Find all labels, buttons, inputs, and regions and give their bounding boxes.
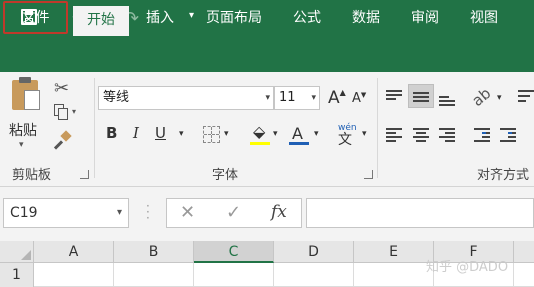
align-top-icon[interactable] xyxy=(386,90,402,102)
formula-bar-splitter[interactable]: · · · xyxy=(146,200,150,224)
alignment-group-label: 对齐方式 xyxy=(477,168,530,183)
font-color-button[interactable]: A xyxy=(292,124,303,143)
borders-icon[interactable] xyxy=(203,126,220,143)
increase-indent-icon[interactable] xyxy=(500,128,516,144)
cancel-icon[interactable]: ✕ xyxy=(180,202,195,223)
font-size-value: 11 xyxy=(279,90,296,105)
tab-formulas[interactable]: 公式 xyxy=(281,0,333,36)
tab-data[interactable]: 数据 xyxy=(340,0,392,36)
cell[interactable] xyxy=(354,263,434,287)
group-divider xyxy=(377,78,378,178)
cell[interactable] xyxy=(34,263,114,287)
font-launcher-icon[interactable] xyxy=(364,170,373,179)
wrap-text-icon[interactable] xyxy=(518,90,534,104)
orientation-dropdown-icon[interactable]: ▾ xyxy=(497,93,502,103)
decrease-indent-icon[interactable] xyxy=(474,128,490,144)
fill-color-dropdown-icon[interactable]: ▾ xyxy=(273,129,278,139)
font-name-combo[interactable]: 等线 ▾ xyxy=(98,86,274,110)
select-all-button[interactable] xyxy=(0,241,34,263)
tab-view[interactable]: 视图 xyxy=(458,0,510,36)
align-bottom-icon[interactable] xyxy=(439,96,455,108)
paste-button[interactable]: 粘贴 xyxy=(9,120,37,140)
paste-icon[interactable] xyxy=(12,77,40,110)
name-box-dropdown-icon[interactable]: ▾ xyxy=(117,199,122,227)
borders-dropdown-icon[interactable]: ▾ xyxy=(224,129,229,139)
font-size-combo[interactable]: 11 ▾ xyxy=(274,86,320,110)
tab-home[interactable]: 开始 xyxy=(73,6,129,36)
column-header-g[interactable] xyxy=(514,241,534,263)
bold-button[interactable]: B xyxy=(106,124,117,142)
underline-button[interactable]: U xyxy=(155,124,166,142)
paste-dropdown-icon[interactable]: ▾ xyxy=(19,140,24,150)
cell[interactable] xyxy=(514,263,534,287)
cell[interactable] xyxy=(274,263,354,287)
align-left-icon[interactable] xyxy=(386,128,402,144)
font-name-dropdown-icon[interactable]: ▾ xyxy=(265,87,270,109)
underline-dropdown-icon[interactable]: ▾ xyxy=(179,129,184,139)
font-size-dropdown-icon[interactable]: ▾ xyxy=(311,87,316,109)
font-group-label: 字体 xyxy=(212,168,239,183)
name-box-value: C19 xyxy=(10,205,38,221)
watermark: 知乎 @DADO xyxy=(426,260,509,275)
copy-icon[interactable] xyxy=(54,104,68,120)
column-header-c[interactable]: C xyxy=(194,241,274,263)
name-box[interactable]: C19 ▾ xyxy=(3,198,129,228)
font-color-bar xyxy=(289,142,309,145)
italic-button[interactable]: I xyxy=(133,124,139,142)
cell[interactable] xyxy=(114,263,194,287)
font-color-dropdown-icon[interactable]: ▾ xyxy=(314,129,319,139)
formula-input[interactable] xyxy=(306,198,534,228)
align-right-icon[interactable] xyxy=(439,128,455,144)
align-middle-icon xyxy=(413,92,429,104)
phonetic-dropdown-icon[interactable]: ▾ xyxy=(362,129,367,139)
clipboard-launcher-icon[interactable] xyxy=(80,170,89,179)
font-name-value: 等线 xyxy=(103,90,130,105)
column-header-d[interactable]: D xyxy=(274,241,354,263)
shrink-font-button[interactable]: A▼ xyxy=(352,91,366,106)
fill-color-bar xyxy=(250,142,270,145)
column-header-a[interactable]: A xyxy=(34,241,114,263)
group-divider xyxy=(94,78,95,178)
column-header-b[interactable]: B xyxy=(114,241,194,263)
tab-file[interactable]: 文件 xyxy=(3,1,68,34)
clipboard-group-label: 剪贴板 xyxy=(12,168,52,183)
tab-insert[interactable]: 插入 xyxy=(134,0,186,36)
tab-page-layout[interactable]: 页面布局 xyxy=(192,0,276,36)
insert-function-icon[interactable]: fx xyxy=(271,202,287,222)
phonetic-guide-button[interactable]: wén 文 xyxy=(338,124,357,148)
tab-review[interactable]: 审阅 xyxy=(399,0,451,36)
cell[interactable] xyxy=(194,263,274,287)
column-header-e[interactable]: E xyxy=(354,241,434,263)
copy-dropdown-icon[interactable]: ▾ xyxy=(72,107,76,116)
row-header-1[interactable]: 1 xyxy=(0,263,34,287)
ribbon-tabs xyxy=(0,36,534,72)
align-center-icon[interactable] xyxy=(413,128,429,144)
enter-icon[interactable]: ✓ xyxy=(226,202,241,223)
fill-color-icon[interactable]: ⬙ xyxy=(253,122,265,141)
grow-font-button[interactable]: A▲ xyxy=(328,88,346,108)
format-painter-icon[interactable] xyxy=(53,130,72,150)
cut-icon[interactable]: ✂ xyxy=(54,78,69,99)
